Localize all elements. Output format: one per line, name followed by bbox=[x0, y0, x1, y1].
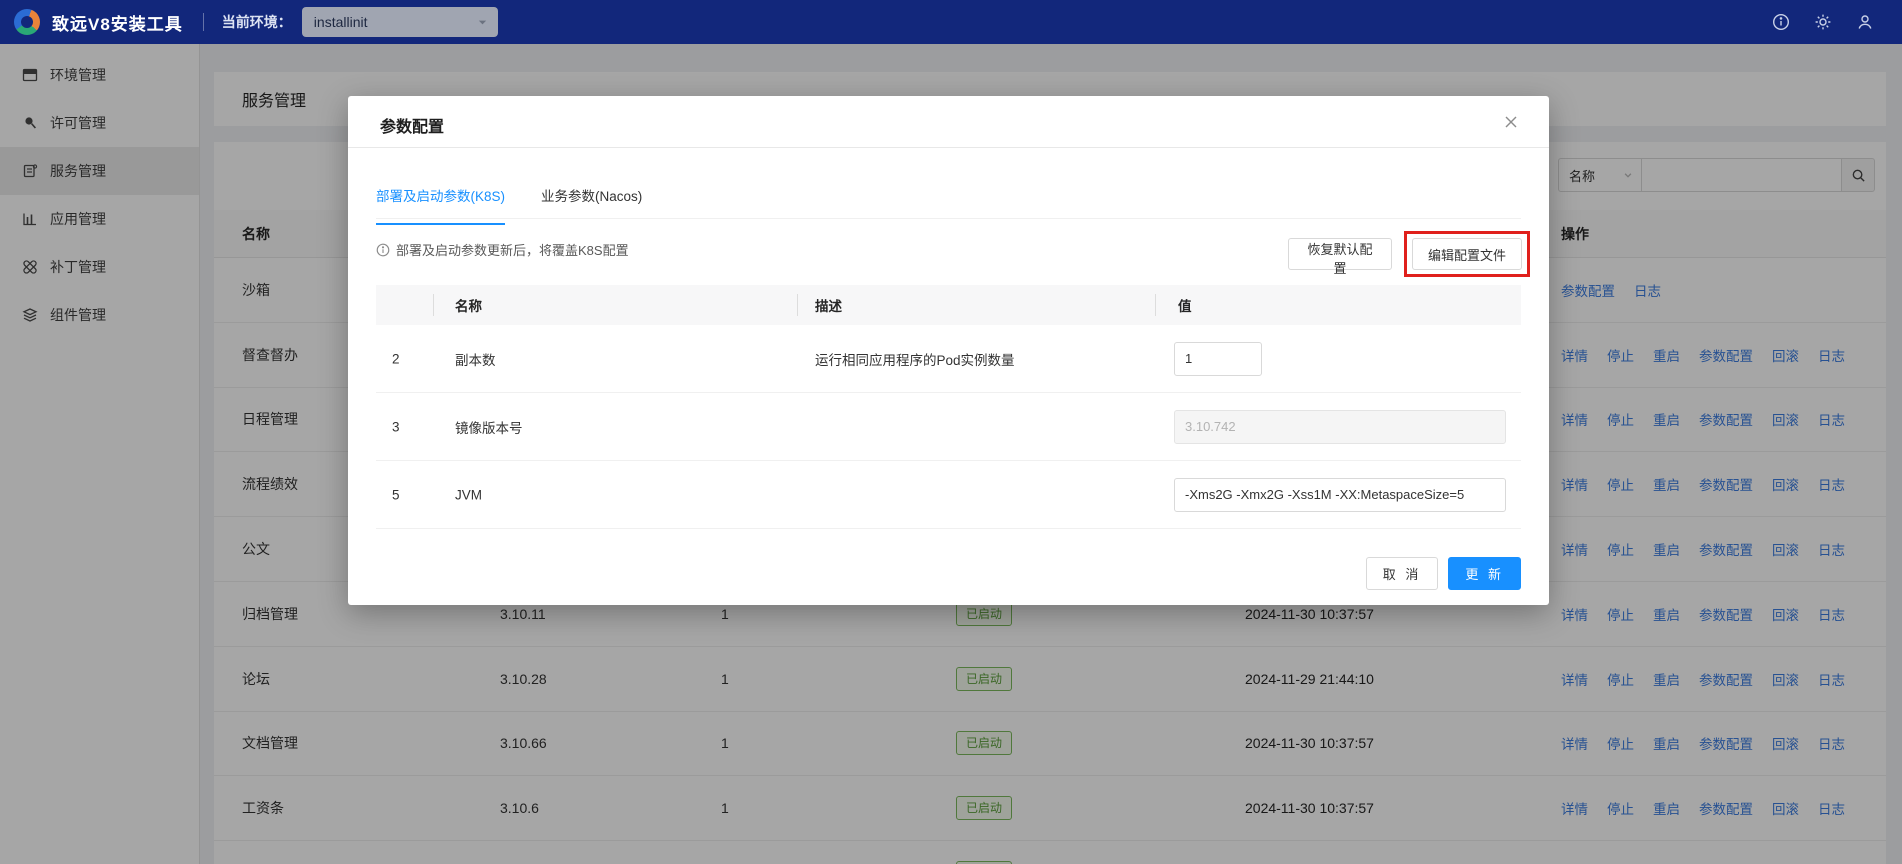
param-index: 5 bbox=[392, 487, 400, 502]
param-name: 镜像版本号 bbox=[455, 420, 523, 436]
param-row: 3 镜像版本号 bbox=[376, 393, 1521, 461]
param-name: JVM bbox=[455, 487, 482, 502]
param-value-input[interactable] bbox=[1174, 477, 1506, 512]
param-header-name: 名称 bbox=[455, 299, 482, 314]
info-icon[interactable] bbox=[1772, 13, 1790, 31]
info-circle-icon bbox=[376, 243, 390, 256]
param-value-input[interactable] bbox=[1174, 341, 1262, 376]
restore-default-button[interactable]: 恢复默认配置 bbox=[1288, 238, 1392, 276]
param-row: 2 副本数 运行相同应用程序的Pod实例数量 bbox=[376, 325, 1521, 393]
app-logo-icon bbox=[14, 9, 40, 35]
modal-header: 参数配置 bbox=[348, 96, 1549, 148]
modal-tabs: 部署及启动参数(K8S) 业务参数(Nacos) bbox=[376, 182, 1521, 225]
param-header-value: 值 bbox=[1178, 299, 1192, 314]
edit-config-file-button[interactable]: 编辑配置文件 bbox=[1412, 238, 1522, 270]
param-desc: 运行相同应用程序的Pod实例数量 bbox=[815, 352, 1015, 368]
user-icon[interactable] bbox=[1856, 13, 1874, 31]
header-divider bbox=[202, 13, 204, 31]
environment-select[interactable]: installinit bbox=[301, 7, 498, 37]
param-name: 副本数 bbox=[455, 352, 496, 368]
update-button[interactable]: 更 新 bbox=[1448, 557, 1521, 590]
k8s-notice-text: 部署及启动参数更新后，将覆盖K8S配置 bbox=[396, 243, 629, 258]
chevron-down-icon bbox=[478, 20, 486, 24]
environment-select-value: installinit bbox=[313, 14, 368, 30]
top-header: 致远V8安装工具 当前环境： installinit bbox=[0, 0, 1902, 44]
param-value-input bbox=[1174, 409, 1506, 444]
param-index: 2 bbox=[392, 351, 400, 366]
column-separator bbox=[1155, 294, 1156, 316]
gear-icon[interactable] bbox=[1814, 13, 1832, 31]
cancel-button[interactable]: 取 消 bbox=[1365, 557, 1439, 590]
param-config-modal: 参数配置 部署及启动参数(K8S) 业务参数(Nacos) 部署及启动参数更新后，… bbox=[348, 96, 1549, 605]
tab-部署及启动参数(K8S)[interactable]: 部署及启动参数(K8S) bbox=[376, 182, 506, 225]
env-label: 当前环境： bbox=[221, 14, 292, 30]
column-separator bbox=[433, 294, 434, 316]
app-title: 致远V8安装工具 bbox=[52, 14, 183, 34]
column-separator bbox=[797, 294, 798, 316]
close-icon[interactable] bbox=[1503, 114, 1519, 130]
tab-业务参数(Nacos)[interactable]: 业务参数(Nacos) bbox=[541, 182, 642, 218]
param-header-desc: 描述 bbox=[815, 299, 842, 314]
modal-title: 参数配置 bbox=[380, 119, 445, 136]
k8s-notice: 部署及启动参数更新后，将覆盖K8S配置 bbox=[376, 240, 629, 259]
param-index: 3 bbox=[392, 419, 400, 434]
param-row: 5 JVM bbox=[376, 461, 1521, 529]
param-table-header: 名称 描述 值 bbox=[376, 285, 1521, 325]
